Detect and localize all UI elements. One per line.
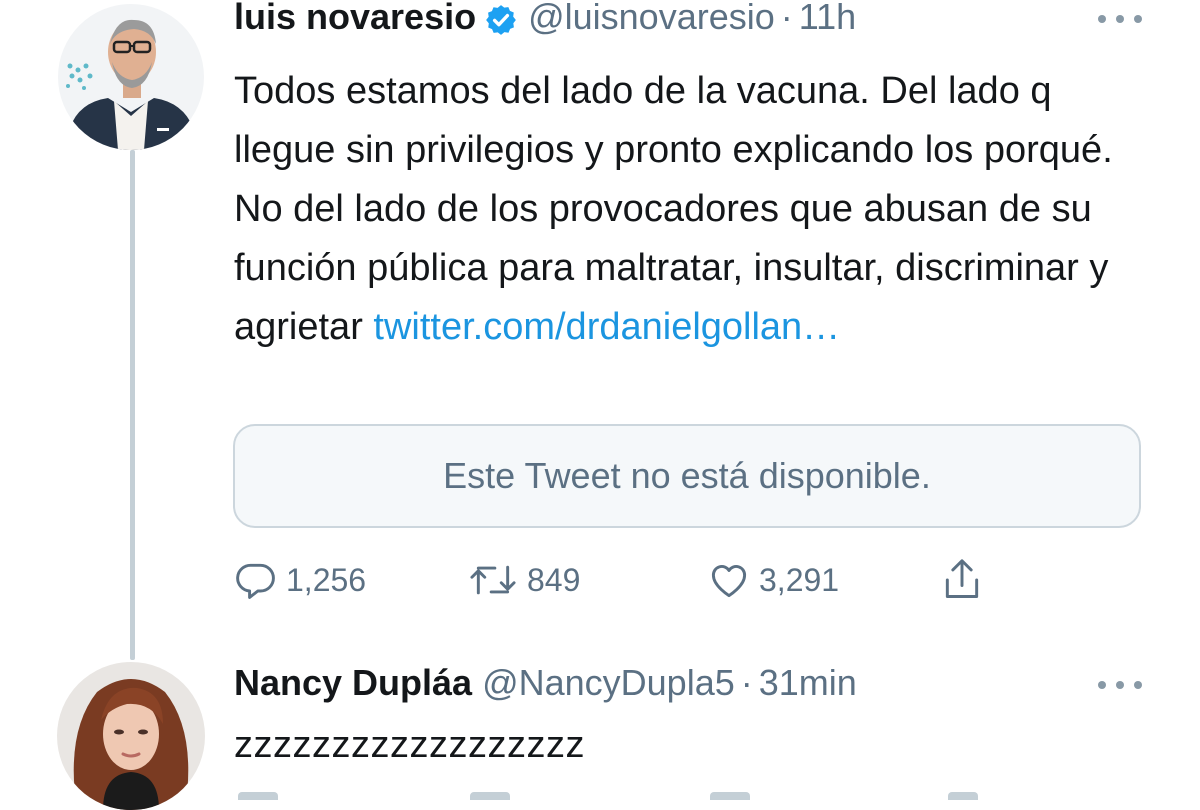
- reply-action-peek: [948, 792, 978, 800]
- timestamp[interactable]: 11h: [799, 0, 856, 38]
- more-icon[interactable]: [1098, 678, 1142, 692]
- like-icon: [711, 565, 747, 598]
- display-name[interactable]: Nancy Dupláa: [234, 662, 472, 704]
- timestamp[interactable]: 31min: [759, 662, 857, 704]
- more-icon[interactable]: [1098, 12, 1142, 26]
- quoted-tweet-unavailable: Este Tweet no está disponible.: [233, 424, 1141, 528]
- share-button[interactable]: [940, 555, 984, 605]
- separator: ·: [780, 0, 793, 37]
- reply-action-peek: [238, 792, 278, 800]
- display-name[interactable]: luis novaresio: [234, 0, 476, 38]
- reply-text: zzzzzzzzzzzzzzzzzz: [234, 724, 585, 766]
- reply-button[interactable]: 1,256: [234, 555, 366, 605]
- tweet-header: luis novaresio @luisnovaresio · 11h: [234, 0, 856, 38]
- reply-action-peek: [470, 792, 510, 800]
- retweet-count: 849: [527, 561, 581, 598]
- like-button[interactable]: 3,291: [707, 555, 839, 605]
- handle[interactable]: @NancyDupla5: [482, 662, 735, 704]
- reply-header: Nancy Dupláa @NancyDupla5 · 31min: [234, 662, 857, 704]
- separator: ·: [740, 662, 753, 703]
- avatar-image: [57, 662, 205, 810]
- unavailable-label: Este Tweet no está disponible.: [443, 455, 931, 496]
- retweet-button[interactable]: 849: [467, 555, 580, 605]
- tweet-actions: 1,256 849 3,291: [234, 555, 994, 605]
- reply-action-peek: [710, 792, 750, 800]
- verified-icon: [484, 3, 518, 37]
- retweet-icon: [470, 565, 516, 595]
- avatar[interactable]: [57, 662, 205, 810]
- share-icon: [945, 559, 979, 598]
- tweet-link[interactable]: twitter.com/drdanielgollan…: [373, 306, 840, 348]
- reply-count: 1,256: [286, 561, 367, 598]
- tweet-text: Todos estamos del lado de la vacuna. Del…: [234, 62, 1154, 357]
- avatar[interactable]: [58, 4, 204, 150]
- like-count: 3,291: [759, 561, 840, 598]
- thread-line: [130, 150, 135, 660]
- reply-icon: [236, 563, 275, 599]
- handle[interactable]: @luisnovaresio: [528, 0, 775, 38]
- avatar-image: [58, 4, 204, 150]
